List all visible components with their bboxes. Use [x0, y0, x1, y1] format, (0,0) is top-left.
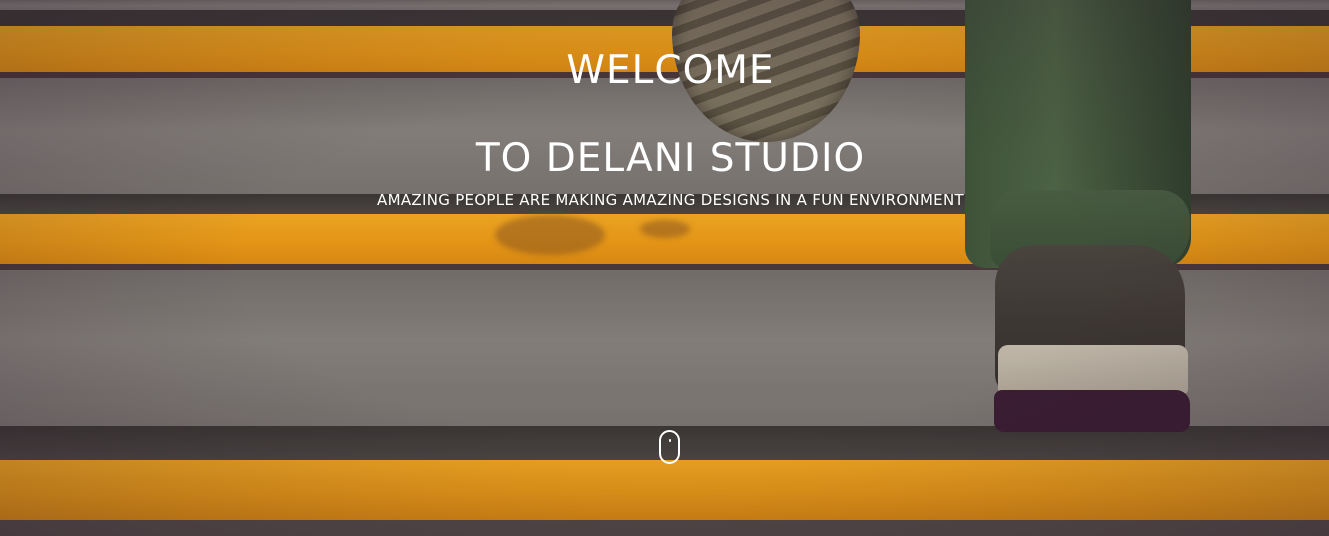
hero-heading-welcome: WELCOME [566, 48, 775, 93]
hero-heading-studio-name: TO DELANI STUDIO [475, 136, 866, 181]
mouse-wheel-dot [669, 439, 671, 442]
hero-section: WELCOME TO DELANI STUDIO AMAZING PEOPLE … [0, 0, 1329, 536]
hero-tagline: AMAZING PEOPLE ARE MAKING AMAZING DESIGN… [377, 191, 964, 209]
mouse-scroll-icon[interactable] [659, 430, 680, 464]
